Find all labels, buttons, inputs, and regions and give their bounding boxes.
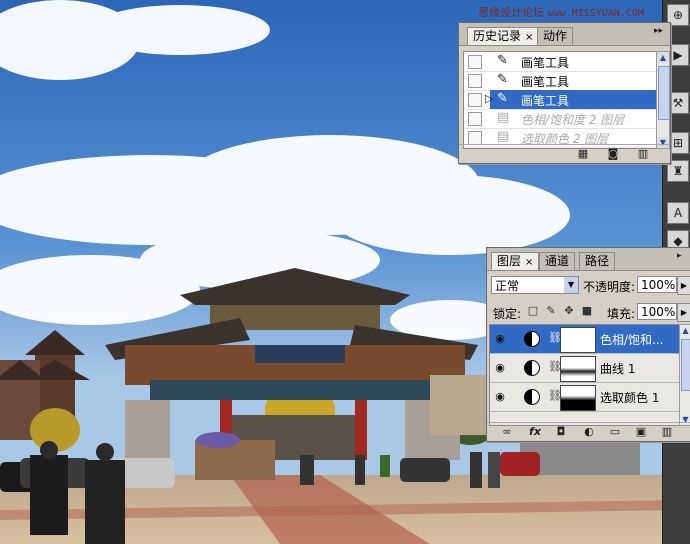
tab-paths-label: 路径: [585, 254, 610, 268]
link-icon[interactable]: ∞: [499, 425, 515, 439]
brush-icon: ✎: [497, 53, 508, 68]
scroll-thumb[interactable]: [681, 339, 690, 391]
trash-icon[interactable]: ▥: [635, 147, 651, 161]
lock-all-icon[interactable]: ■: [581, 305, 593, 317]
history-item[interactable]: ✎ 画笔工具: [464, 52, 658, 72]
scroll-thumb[interactable]: [658, 66, 670, 120]
history-footer: ▦ ◙ ▥: [459, 144, 670, 163]
tab-paths[interactable]: 路径: [579, 252, 616, 270]
layer-icon: ▤: [497, 129, 510, 144]
fill-stepper[interactable]: ▶: [677, 303, 690, 322]
opacity-input[interactable]: 100%: [637, 276, 677, 293]
history-item-label: 画笔工具: [521, 56, 570, 70]
layers-panel: 图层 × 通道 路径 ▸ 正常 ▼ 不透明度: 100% ▶ 锁定: □ ✎ ✥ …: [486, 247, 690, 442]
history-item[interactable]: ✎ 画笔工具: [464, 71, 658, 91]
adjustment-layer-icon: [524, 360, 540, 376]
history-panel: 历史记录 × 动作 ▸▸ ✎ 画笔工具 ✎ 画笔工具 ▷ ✎ 画笔工具 ▤ 色相/…: [458, 22, 671, 164]
history-tabs: 历史记录 × 动作 ▸▸: [459, 23, 670, 46]
new-layer-icon[interactable]: ▣: [633, 425, 649, 439]
opacity-stepper[interactable]: ▶: [677, 276, 690, 295]
adjustment-layer-icon: [524, 331, 540, 347]
opacity-label: 不透明度:: [583, 280, 636, 294]
tab-actions-label: 动作: [543, 29, 568, 43]
watermark-url: www.MISSYUAN.COM: [547, 8, 644, 19]
trash-icon[interactable]: ▥: [659, 425, 675, 439]
tab-history-label: 历史记录: [473, 29, 522, 43]
opacity-value: 100%: [641, 278, 676, 292]
mask-icon[interactable]: ◘: [553, 425, 569, 439]
layer-mask-thumbnail[interactable]: [560, 327, 596, 353]
layer-name: 色相/饱和...: [600, 333, 664, 347]
layer-row[interactable]: ◉ ⛓ 选取颜色 1: [490, 383, 680, 412]
history-state-pointer-icon[interactable]: ▷: [485, 92, 493, 105]
adjustment-icon[interactable]: ◐: [581, 425, 597, 439]
tab-channels[interactable]: 通道: [539, 252, 576, 270]
layers-list: ◉ ⛓ 色相/饱和... ◉ ⛓ 曲线 1 ◉ ⛓ 选取颜色 1: [489, 324, 681, 426]
visibility-eye-icon[interactable]: ◉: [492, 389, 508, 405]
panel-menu-icon[interactable]: ▸▸: [654, 26, 663, 36]
snapshot-checkbox[interactable]: [468, 55, 482, 69]
panel-menu-icon[interactable]: ▸: [677, 251, 682, 261]
snapshot-checkbox[interactable]: [468, 74, 482, 88]
layer-name: 曲线 1: [600, 362, 636, 376]
snapshot-checkbox[interactable]: [468, 131, 482, 145]
new-document-icon[interactable]: ▦: [575, 147, 591, 161]
chevron-down-icon[interactable]: ▼: [564, 277, 578, 293]
layers-scrollbar[interactable]: ▲ ▼: [679, 324, 690, 426]
lock-label: 锁定:: [493, 307, 522, 321]
visibility-eye-icon[interactable]: ◉: [492, 331, 508, 347]
blend-mode-select[interactable]: 正常 ▼: [491, 276, 579, 294]
tab-layers[interactable]: 图层 ×: [491, 252, 540, 270]
fill-value: 100%: [641, 305, 676, 319]
history-scrollbar[interactable]: ▲ ▼: [656, 51, 670, 149]
fx-icon[interactable]: fx: [527, 425, 543, 439]
layer-icon: ▤: [497, 110, 510, 125]
history-list: ✎ 画笔工具 ✎ 画笔工具 ▷ ✎ 画笔工具 ▤ 色相/饱和度 2 图层 ▤ 选…: [463, 51, 659, 149]
scroll-up-icon[interactable]: ▲: [680, 325, 690, 336]
layer-mask-thumbnail[interactable]: [560, 356, 596, 382]
tab-history[interactable]: 历史记录 ×: [467, 27, 540, 45]
lock-transparency-icon[interactable]: □: [527, 305, 539, 317]
lock-paint-icon[interactable]: ✎: [545, 305, 557, 317]
brush-icon: ✎: [497, 91, 508, 106]
folder-icon[interactable]: ▭: [607, 425, 623, 439]
close-icon[interactable]: ×: [525, 32, 533, 43]
history-item[interactable]: ▤ 色相/饱和度 2 图层: [464, 109, 658, 129]
layers-tabs: 图层 × 通道 路径 ▸: [487, 248, 690, 271]
snapshot-checkbox[interactable]: [468, 93, 482, 107]
blend-mode-value: 正常: [495, 279, 520, 293]
tab-actions[interactable]: 动作: [537, 27, 574, 45]
layers-footer: ∞ fx ◘ ◐ ▭ ▣ ▥: [487, 422, 690, 441]
scroll-up-icon[interactable]: ▲: [657, 52, 669, 63]
watermark-site: 思缘设计论坛: [478, 6, 545, 19]
history-item-selected[interactable]: ▷ ✎ 画笔工具: [464, 90, 658, 110]
history-item-label: 色相/饱和度 2 图层: [521, 113, 625, 127]
close-icon[interactable]: ×: [525, 257, 533, 268]
fill-label: 填充:: [607, 307, 636, 321]
layer-name: 选取颜色 1: [600, 391, 660, 405]
adjustment-layer-icon: [524, 389, 540, 405]
snapshot-icon[interactable]: ◙: [605, 147, 621, 161]
fill-input[interactable]: 100%: [637, 303, 677, 320]
text-icon[interactable]: A: [667, 202, 689, 224]
snapshot-checkbox[interactable]: [468, 112, 482, 126]
lock-position-icon[interactable]: ✥: [563, 305, 575, 317]
brush-icon: ✎: [497, 72, 508, 87]
tab-layers-label: 图层: [497, 254, 522, 268]
tab-channels-label: 通道: [545, 254, 570, 268]
layer-row-selected[interactable]: ◉ ⛓ 色相/饱和...: [490, 325, 680, 354]
layer-mask-thumbnail[interactable]: [560, 385, 596, 411]
visibility-eye-icon[interactable]: ◉: [492, 360, 508, 376]
watermark: 思缘设计论坛 www.MISSYUAN.COM: [478, 4, 644, 20]
layer-row[interactable]: ◉ ⛓ 曲线 1: [490, 354, 680, 383]
history-item-label: 画笔工具: [521, 75, 570, 89]
history-item-label: 画笔工具: [521, 94, 570, 108]
